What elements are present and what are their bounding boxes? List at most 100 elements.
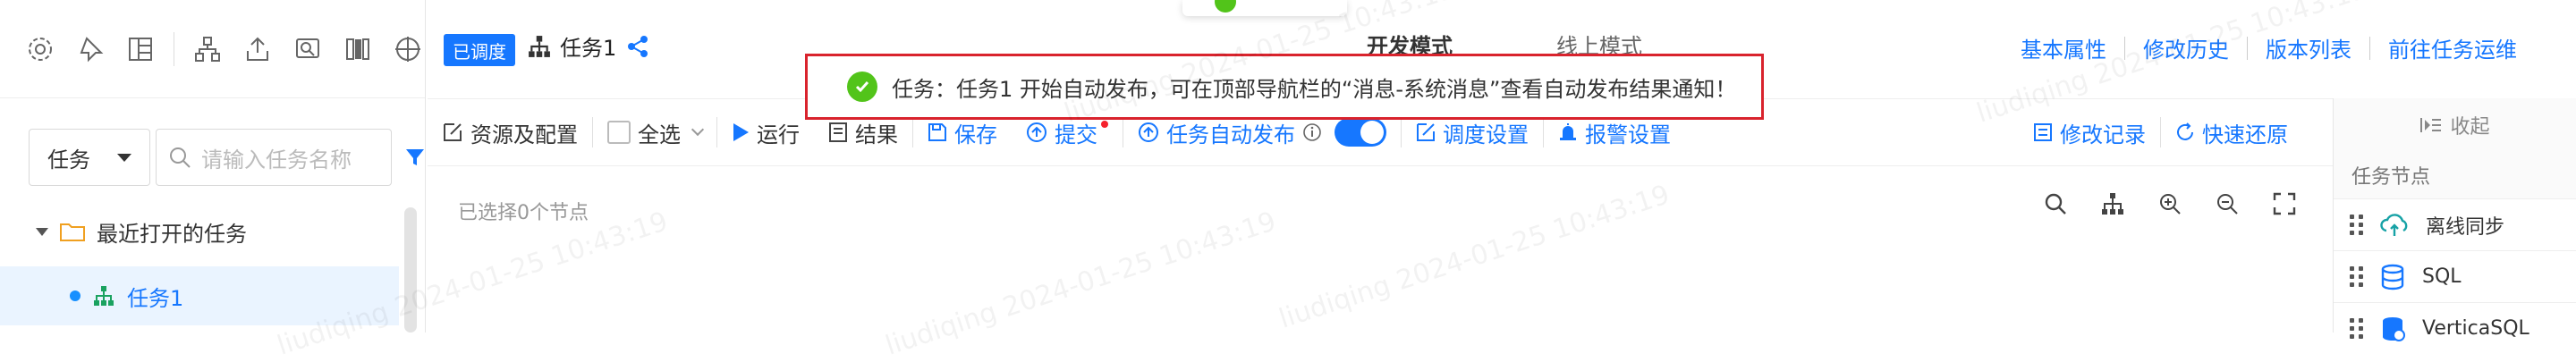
list-icon — [2034, 123, 2052, 141]
quick-restore-button[interactable]: 快速还原 — [2161, 99, 2302, 165]
selected-count: 已选择0个节点 — [458, 202, 589, 224]
restore-icon — [2177, 122, 2193, 140]
chevron-down-icon[interactable] — [691, 122, 705, 137]
search-placeholder: 请输入任务名称 — [201, 147, 352, 173]
change-log-button[interactable]: 修改记录 — [2019, 99, 2160, 165]
upload-icon[interactable] — [241, 31, 275, 67]
fullscreen-icon[interactable] — [2272, 191, 2297, 216]
database-icon — [2381, 264, 2404, 290]
book-icon[interactable] — [341, 31, 375, 67]
image-search-icon[interactable] — [291, 31, 325, 67]
sidebar-filter: 任务 请输入任务名称 — [29, 129, 426, 186]
drag-handle-icon[interactable] — [2350, 318, 2363, 339]
link-change-history[interactable]: 修改历史 — [2125, 32, 2247, 63]
workflow-canvas[interactable]: 已选择0个节点 — [428, 166, 2333, 333]
task-title: 任务1 — [528, 30, 650, 62]
node-offline-sync[interactable]: 离线同步 — [2334, 198, 2576, 250]
save-icon — [928, 123, 946, 141]
edit-icon — [444, 123, 462, 141]
checkbox-box[interactable] — [607, 121, 631, 144]
alarm-icon — [1560, 123, 1576, 140]
collapse-icon — [2420, 118, 2442, 132]
workflow-icon[interactable] — [191, 31, 225, 67]
resources-config-button[interactable]: 资源及配置 — [428, 99, 592, 165]
info-icon[interactable] — [1302, 122, 1322, 142]
cloud-sync-icon — [2380, 213, 2408, 236]
toolbar-right: 修改记录 快速还原 — [2019, 99, 2302, 165]
node-label: SQL — [2422, 265, 2462, 288]
auto-publish-notification: 任务：任务1 开始自动发布，可在顶部导航栏的“消息-系统消息”查看自动发布结果通… — [805, 54, 1764, 120]
expand-arrow-icon[interactable] — [36, 227, 48, 236]
node-panel-title: 任务节点 — [2351, 166, 2431, 189]
sidebar-scrollbar[interactable] — [404, 207, 417, 333]
status-dot — [70, 290, 80, 301]
zoom-in-icon[interactable] — [2157, 191, 2182, 216]
schedule-settings-label: 调度设置 — [1443, 122, 1529, 147]
drag-handle-icon[interactable] — [2350, 266, 2363, 287]
link-version-list[interactable]: 版本列表 — [2248, 32, 2369, 63]
upload-circle-icon — [1139, 122, 1158, 142]
change-log-label: 修改记录 — [2060, 122, 2146, 147]
select-all-label: 全选 — [638, 122, 681, 147]
zoom-out-icon[interactable] — [2215, 191, 2240, 216]
run-button[interactable]: 运行 — [717, 99, 814, 165]
task-tree: 最近打开的任务 任务1 — [0, 202, 399, 325]
select-all-checkbox[interactable]: 全选 — [593, 99, 716, 165]
node-sql[interactable]: SQL — [2334, 250, 2576, 302]
search-icon[interactable] — [2043, 191, 2068, 216]
play-icon — [733, 123, 749, 141]
run-label: 运行 — [757, 122, 800, 147]
task-type-select[interactable]: 任务 — [29, 129, 150, 186]
notification-message: 任务：任务1 开始自动发布，可在顶部导航栏的“消息-系统消息”查看自动发布结果通… — [892, 76, 1737, 102]
layout-icon[interactable] — [123, 31, 157, 67]
node-panel: 收起 任务节点 离线同步 SQL VerticaSQL — [2333, 98, 2576, 354]
target-icon[interactable] — [391, 31, 425, 67]
link-basic-properties[interactable]: 基本属性 — [2003, 32, 2124, 63]
left-sidebar: 任务 请输入任务名称 最近打开的任务 任务1 — [0, 0, 426, 333]
document-icon — [829, 122, 847, 142]
quick-restore-label: 快速还原 — [2202, 122, 2288, 147]
node-label: VerticaSQL — [2422, 317, 2529, 340]
tree-item-task1[interactable]: 任务1 — [0, 266, 399, 325]
caret-down-icon — [117, 153, 131, 162]
notification-dot — [1101, 121, 1108, 128]
upload-circle-icon — [1027, 122, 1046, 142]
share-icon[interactable] — [625, 34, 650, 59]
sidebar-toolbar — [0, 0, 425, 98]
tree-folder-recent[interactable]: 最近打开的任务 — [0, 202, 399, 261]
auto-publish-label: 任务自动发布 — [1166, 122, 1295, 147]
pin-icon[interactable] — [73, 31, 107, 67]
message-toast-partial — [1182, 0, 1347, 16]
alarm-settings-label: 报警设置 — [1585, 122, 1671, 147]
workflow-icon — [94, 286, 114, 306]
database-icon — [2383, 316, 2405, 341]
save-label: 保存 — [954, 122, 997, 147]
collapse-label: 收起 — [2450, 116, 2490, 139]
check-circle-icon — [847, 72, 877, 102]
tree-task-label: 任务1 — [127, 285, 184, 311]
task-name: 任务1 — [560, 36, 617, 61]
workflow-icon — [529, 35, 550, 57]
task-search-input[interactable]: 请输入任务名称 — [156, 129, 392, 186]
collapse-button[interactable]: 收起 — [2334, 98, 2576, 152]
scheduled-badge: 已调度 — [444, 34, 515, 66]
submit-label: 提交 — [1055, 122, 1097, 147]
search-icon — [170, 147, 191, 168]
resources-config-label: 资源及配置 — [470, 122, 578, 147]
gear-icon[interactable] — [23, 31, 57, 67]
edit-icon — [1417, 123, 1435, 141]
tree-folder-label: 最近打开的任务 — [97, 221, 247, 247]
task-type-value: 任务 — [47, 147, 90, 173]
node-label: 离线同步 — [2426, 215, 2505, 239]
layout-tree-icon[interactable] — [2100, 191, 2125, 216]
auto-publish-toggle[interactable] — [1335, 118, 1386, 147]
result-label: 结果 — [855, 122, 898, 147]
link-task-ops[interactable]: 前往任务运维 — [2370, 32, 2535, 63]
drag-handle-icon[interactable] — [2350, 215, 2363, 235]
canvas-tools — [2043, 191, 2297, 216]
node-verticasql[interactable]: VerticaSQL — [2334, 302, 2576, 354]
filter-icon[interactable] — [404, 147, 426, 168]
header-links: 基本属性 修改历史 版本列表 前往任务运维 — [2003, 32, 2535, 63]
folder-icon — [60, 223, 85, 241]
success-icon — [1215, 0, 1236, 13]
